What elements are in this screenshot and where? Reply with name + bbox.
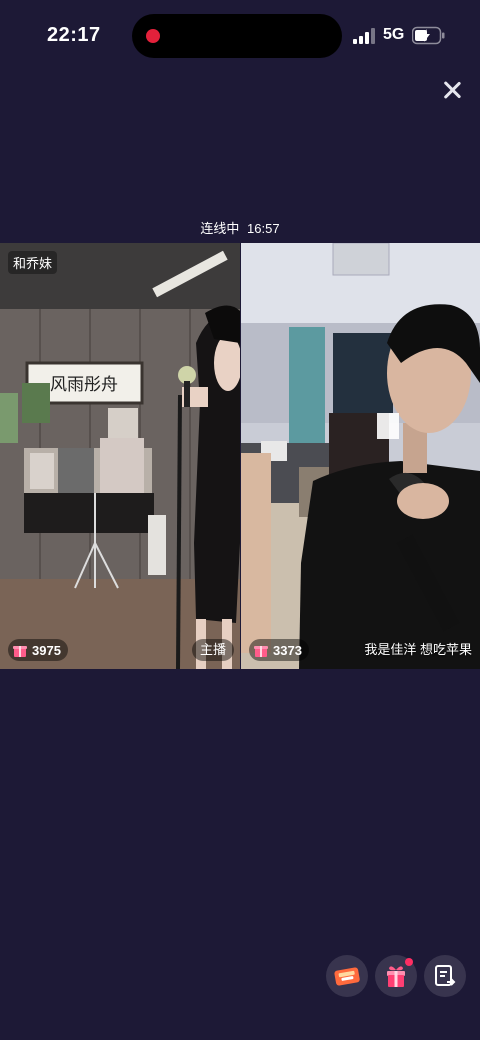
video-frame-right <box>241 243 480 669</box>
status-time: 22:17 <box>47 24 101 46</box>
gift-count-value-right: 3373 <box>273 642 302 658</box>
gift-icon <box>387 966 405 987</box>
link-status-label: 连线中 <box>200 221 240 236</box>
link-status-bar: 连线中 16:57 <box>0 214 480 243</box>
bottom-action-bar <box>0 950 480 1004</box>
gift-button[interactable] <box>375 955 417 997</box>
gift-count-value-left: 3975 <box>32 642 61 658</box>
cellular-signal-icon <box>353 28 377 44</box>
anchor-name-right[interactable]: 我是佳洋 想吃苹果 <box>364 639 472 658</box>
coupon-icon <box>334 967 360 986</box>
close-button[interactable] <box>438 76 466 104</box>
status-bar: 22:17 5G <box>0 0 480 72</box>
share-document-icon <box>435 965 456 986</box>
anchor-name-left[interactable]: 和乔妹 <box>8 251 58 274</box>
link-duration: 16:57 <box>247 221 280 236</box>
gift-icon <box>13 646 27 657</box>
share-document-button[interactable] <box>424 955 466 997</box>
dynamic-island <box>132 14 342 58</box>
video-panel-right[interactable]: 3373 我是佳洋 想吃苹果 <box>241 243 480 669</box>
coupon-button[interactable] <box>326 955 368 997</box>
video-panel-left[interactable]: 风雨彤舟 和乔妹 3975 主播 <box>0 243 240 669</box>
video-frame-left: 风雨彤舟 <box>0 243 240 669</box>
gift-count-right[interactable]: 3373 <box>249 639 309 661</box>
gift-icon <box>254 646 268 657</box>
gift-count-left[interactable]: 3975 <box>8 639 68 661</box>
network-type: 5G <box>383 26 405 43</box>
battery-icon <box>412 26 445 45</box>
recording-indicator-icon <box>146 29 160 43</box>
calligraphy-text: 风雨彤舟 <box>50 375 118 395</box>
host-tag: 主播 <box>192 639 235 661</box>
gift-notification-dot <box>405 958 413 966</box>
